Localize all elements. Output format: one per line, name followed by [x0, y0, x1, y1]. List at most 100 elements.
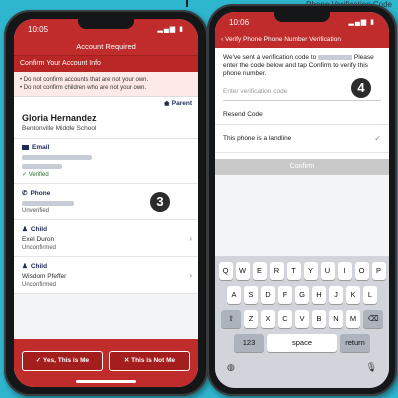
- warning-line: • Do not confirm accounts that are not y…: [20, 77, 149, 83]
- step-badge: 4: [351, 78, 371, 98]
- yes-this-is-me-button[interactable]: ✓ Yes, This is Me: [22, 351, 103, 371]
- shift-key[interactable]: ⇧: [221, 310, 241, 328]
- account-name: Gloria Hernandez: [22, 113, 97, 123]
- role-label: Parent: [171, 100, 192, 107]
- verification-code-input[interactable]: Enter verification code 4: [223, 78, 381, 101]
- email-value-redacted: [22, 155, 92, 160]
- key[interactable]: L: [363, 286, 377, 304]
- return-key[interactable]: return: [340, 334, 370, 352]
- key[interactable]: I: [337, 262, 352, 280]
- child-name: Wisdom Pfeffer: [22, 273, 67, 280]
- child-row[interactable]: ♟ Child Wisdom Pfeffer Unconfirmed ›: [14, 257, 198, 294]
- step-badge: 3: [150, 192, 170, 212]
- signal-icon: ▂▄▆ ▮: [348, 19, 375, 26]
- status-bar: 10:06 ▂▄▆ ▮: [215, 12, 389, 32]
- screen-subtitle: Confirm Your Account Info: [14, 56, 198, 72]
- key[interactable]: C: [278, 310, 292, 328]
- child-status: Unconfirmed: [22, 245, 57, 251]
- key[interactable]: D: [261, 286, 275, 304]
- keyboard-row: 123 space return: [215, 334, 389, 352]
- phone-right: 10:06 ▂▄▆ ▮ ‹ Verify Phone Phone Number …: [207, 4, 397, 396]
- microphone-icon[interactable]: 🎙: [366, 362, 377, 373]
- key[interactable]: Y: [303, 262, 318, 280]
- key[interactable]: M: [346, 310, 360, 328]
- phone-icon: ✆: [22, 190, 28, 197]
- key[interactable]: B: [312, 310, 326, 328]
- checkmark-icon: ✓: [374, 134, 381, 143]
- verification-body: We've sent a verification code to Please…: [215, 48, 389, 175]
- screen-title: Account Required: [14, 39, 198, 56]
- this-is-not-me-button[interactable]: ✕ This is Not Me: [109, 351, 190, 371]
- status-time: 10:05: [28, 24, 49, 34]
- key[interactable]: N: [329, 310, 343, 328]
- keyboard-bottom-bar: ◍ 🎙: [215, 358, 389, 373]
- email-status: ✓ Verified: [22, 172, 49, 178]
- phone-field[interactable]: ✆ Phone Unverified 3: [14, 184, 198, 220]
- phone-value-redacted: [22, 201, 74, 206]
- on-screen-keyboard: Q W E R T Y U I O P A S D F G H J K L ⇧ …: [215, 256, 389, 388]
- keyboard-row: ⇧ Z X C V B N M ⌫: [215, 310, 389, 328]
- key[interactable]: X: [261, 310, 275, 328]
- key[interactable]: J: [329, 286, 343, 304]
- numbers-key[interactable]: 123: [234, 334, 264, 352]
- warning-line: • Do not confirm children who are not yo…: [20, 85, 147, 91]
- notch: [274, 12, 330, 22]
- code-placeholder: Enter verification code: [223, 88, 288, 95]
- signal-icon: ▂▄▆ ▮: [157, 26, 184, 33]
- key[interactable]: G: [295, 286, 309, 304]
- key[interactable]: A: [227, 286, 241, 304]
- chevron-right-icon: ›: [189, 234, 192, 243]
- home-icon: [163, 100, 170, 106]
- keyboard-row: Q W E R T Y U I O P: [215, 262, 389, 280]
- notch: [78, 19, 134, 29]
- email-value-redacted: [22, 164, 62, 169]
- person-icon: ♟: [22, 263, 28, 270]
- globe-icon[interactable]: ◍: [227, 362, 235, 373]
- key[interactable]: U: [320, 262, 335, 280]
- key[interactable]: Q: [218, 262, 233, 280]
- resend-code-link[interactable]: Resend Code: [215, 101, 389, 125]
- left-header: 10:05 ▂▄▆ ▮ Account Required Confirm You…: [14, 19, 198, 72]
- instructions-line: We've sent a verification code to: [223, 54, 317, 61]
- landline-label: This phone is a landline: [223, 135, 292, 142]
- key[interactable]: R: [269, 262, 284, 280]
- key[interactable]: O: [354, 262, 369, 280]
- key[interactable]: H: [312, 286, 326, 304]
- phone-number-redacted: [318, 54, 353, 60]
- child-row[interactable]: ♟ Child Exel Duron Unconfirmed ›: [14, 220, 198, 257]
- landline-toggle[interactable]: This phone is a landline ✓: [215, 125, 389, 153]
- key[interactable]: S: [244, 286, 258, 304]
- warning-box: • Do not confirm accounts that are not y…: [14, 72, 198, 97]
- email-field[interactable]: Email ✓ Verified: [14, 139, 198, 184]
- right-header: 10:06 ▂▄▆ ▮ ‹ Verify Phone Phone Number …: [215, 12, 389, 48]
- key[interactable]: V: [295, 310, 309, 328]
- email-label: Email: [32, 144, 50, 151]
- key[interactable]: P: [371, 262, 386, 280]
- key[interactable]: Z: [244, 310, 258, 328]
- account-confirm-screen: 10:05 ▂▄▆ ▮ Account Required Confirm You…: [14, 19, 198, 387]
- child-name: Exel Duron: [22, 236, 55, 243]
- divider-mark: [186, 0, 188, 7]
- keyboard-row: A S D F G H J K L: [215, 286, 389, 304]
- key[interactable]: T: [286, 262, 301, 280]
- back-button[interactable]: ‹ Verify Phone Phone Number Verification: [215, 32, 389, 48]
- status-bar: 10:05 ▂▄▆ ▮: [14, 19, 198, 39]
- key[interactable]: E: [252, 262, 267, 280]
- phone-verification-screen: 10:06 ▂▄▆ ▮ ‹ Verify Phone Phone Number …: [215, 12, 389, 388]
- school-name: Bentonville Middle School: [22, 125, 97, 132]
- key[interactable]: W: [235, 262, 250, 280]
- role-badge: Parent: [14, 97, 198, 111]
- key[interactable]: K: [346, 286, 360, 304]
- account-summary: Gloria Hernandez Bentonville Middle Scho…: [14, 111, 198, 139]
- confirm-button[interactable]: Confirm: [215, 159, 389, 175]
- child-status: Unconfirmed: [22, 282, 57, 288]
- key[interactable]: F: [278, 286, 292, 304]
- child-label: Child: [30, 225, 48, 233]
- backspace-key[interactable]: ⌫: [363, 310, 383, 328]
- space-key[interactable]: space: [267, 334, 337, 352]
- chevron-right-icon: ›: [189, 271, 192, 280]
- envelope-icon: [22, 145, 29, 150]
- child-label: Child: [30, 262, 48, 270]
- status-time: 10:06: [229, 17, 250, 27]
- phone-label: Phone: [30, 189, 51, 197]
